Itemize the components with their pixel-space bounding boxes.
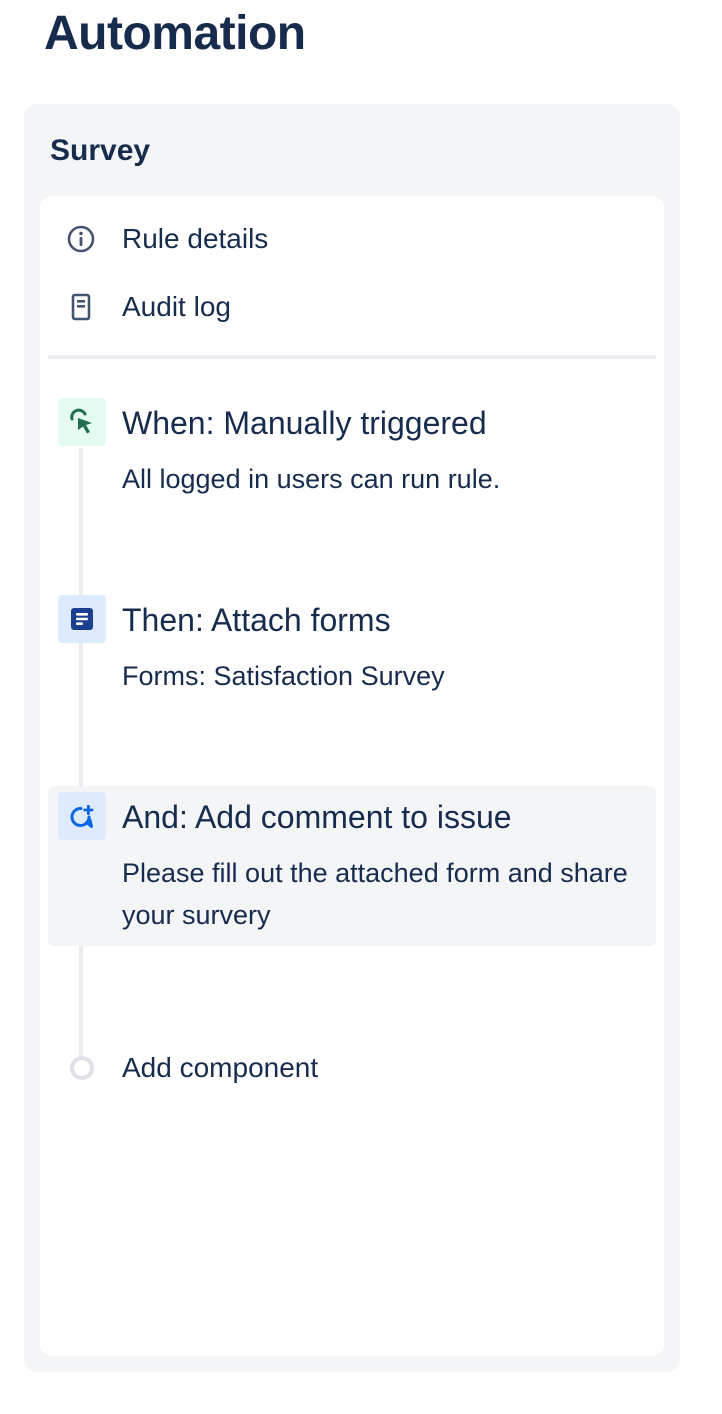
nav-item-label: Rule details (122, 223, 269, 254)
info-icon (66, 224, 96, 254)
divider (48, 355, 656, 359)
add-component-label: Add component (122, 1052, 319, 1083)
step-title: When: Manually triggered (122, 405, 487, 441)
timeline-line (79, 448, 83, 1062)
nav-item-rule-details[interactable]: Rule details (40, 212, 664, 264)
document-icon (66, 292, 96, 322)
step-trigger[interactable]: When: Manually triggered All logged in u… (48, 398, 656, 508)
step-description: Forms: Satisfaction Survey (122, 661, 445, 691)
add-component-circle-icon (70, 1056, 94, 1080)
form-icon (58, 595, 106, 643)
nav-item-label: Audit log (122, 291, 231, 322)
add-component-button[interactable]: Add component (40, 1044, 664, 1094)
step-description: Please fill out the attached form and sh… (122, 858, 628, 930)
step-title: And: Add comment to issue (122, 799, 512, 835)
step-add-comment[interactable]: And: Add comment to issue Please fill ou… (48, 786, 656, 946)
nav-item-audit-log[interactable]: Audit log (40, 280, 664, 332)
rule-panel: Survey Rule details Audit log When: Manu… (24, 104, 680, 1372)
add-comment-icon (58, 792, 106, 840)
step-attach-forms[interactable]: Then: Attach forms Forms: Satisfaction S… (48, 595, 656, 705)
step-title: Then: Attach forms (122, 602, 391, 638)
rule-card: Rule details Audit log When: Manually tr… (40, 196, 664, 1356)
rule-name: Survey (50, 134, 151, 167)
page-title: Automation (44, 7, 306, 60)
cursor-trigger-icon (58, 398, 106, 446)
step-description: All logged in users can run rule. (122, 464, 501, 494)
